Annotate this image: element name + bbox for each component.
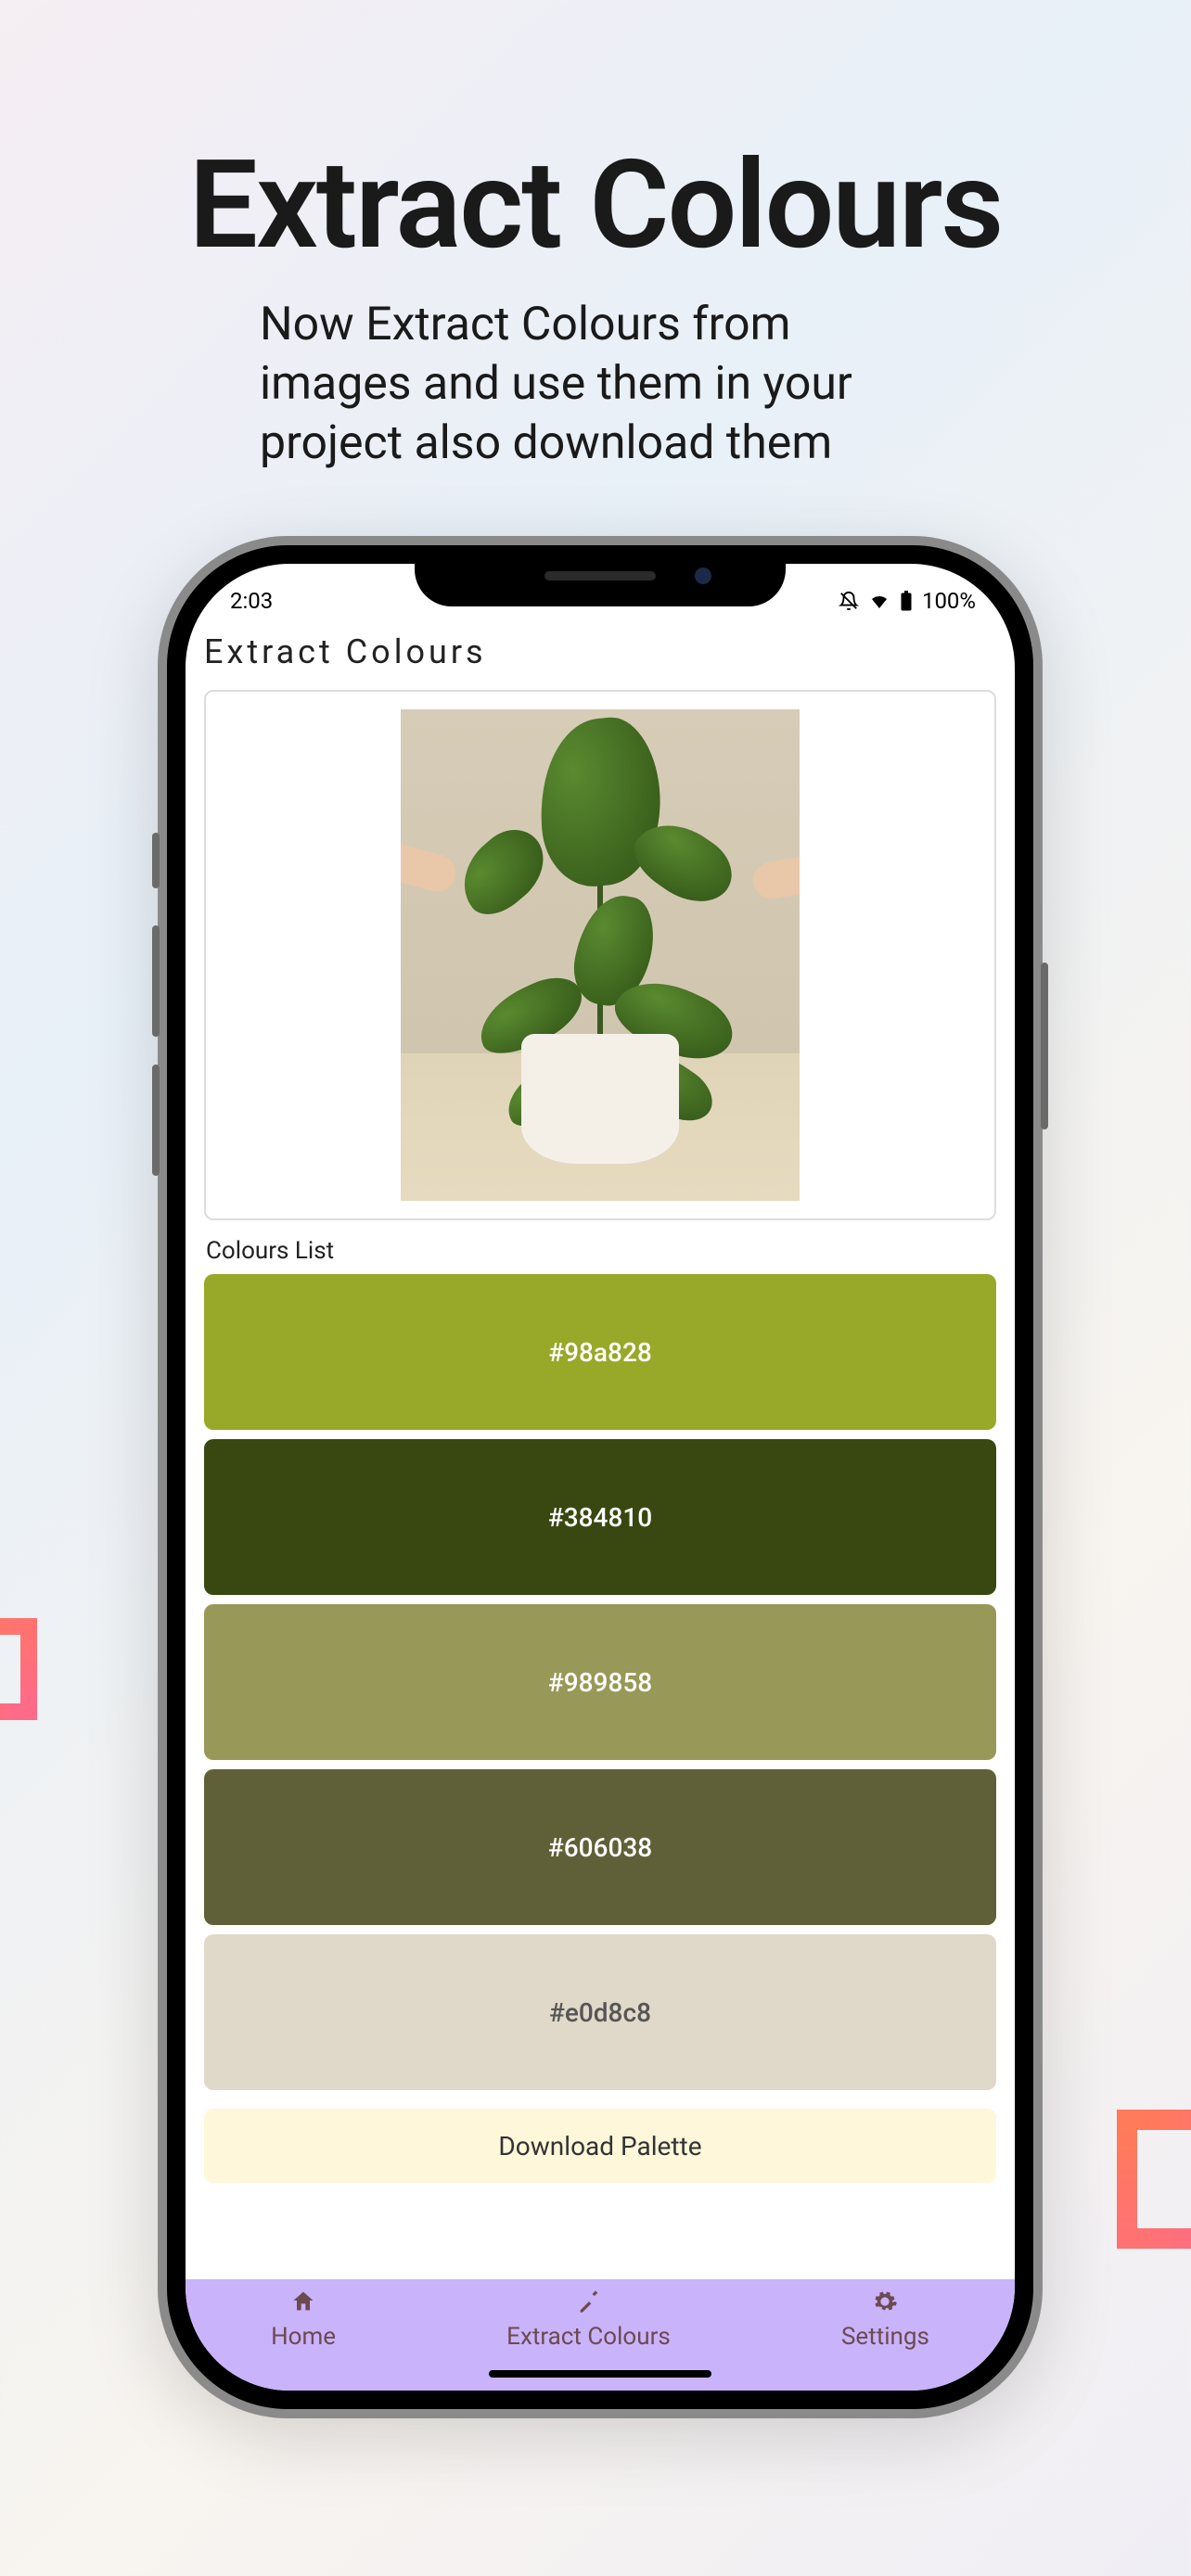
nav-label: Extract Colours bbox=[506, 2323, 671, 2351]
battery-percent: 100% bbox=[922, 588, 976, 614]
swatch-hex-label: #989858 bbox=[548, 1667, 652, 1698]
colour-swatch[interactable]: #989858 bbox=[204, 1604, 996, 1760]
nav-label: Settings bbox=[841, 2323, 929, 2351]
colour-swatch[interactable]: #e0d8c8 bbox=[204, 1934, 996, 2090]
download-palette-button[interactable]: Download Palette bbox=[204, 2109, 996, 2183]
side-button bbox=[152, 925, 160, 1037]
swatch-hex-label: #98a828 bbox=[548, 1337, 652, 1368]
home-indicator[interactable] bbox=[489, 2370, 711, 2378]
download-label: Download Palette bbox=[498, 2131, 701, 2162]
nav-home[interactable]: Home bbox=[271, 2289, 336, 2351]
colours-list-heading: Colours List bbox=[186, 1220, 1015, 1274]
promo-subtitle: Now Extract Colours from images and use … bbox=[260, 295, 946, 473]
eyedropper-icon bbox=[576, 2289, 602, 2321]
colour-swatch[interactable]: #606038 bbox=[204, 1769, 996, 1925]
gear-icon bbox=[872, 2289, 898, 2321]
status-time: 2:03 bbox=[230, 588, 273, 614]
nav-extract-colours[interactable]: Extract Colours bbox=[506, 2289, 671, 2351]
decorative-square bbox=[1117, 2110, 1191, 2249]
swatches-list: #98a828 #384810 #989858 #606038 #e0d8c8 bbox=[186, 1274, 1015, 2090]
phone-frame: 2:03 100% Extract Colours bbox=[158, 536, 1043, 2418]
colour-swatch[interactable]: #98a828 bbox=[204, 1274, 996, 1430]
bottom-nav: Home Extract Colours Settings bbox=[186, 2279, 1015, 2391]
phone-notch bbox=[415, 545, 786, 606]
side-button bbox=[152, 833, 160, 888]
promo-title: Extract Colours bbox=[0, 134, 1191, 277]
swatch-hex-label: #384810 bbox=[548, 1502, 652, 1533]
page-title: Extract Colours bbox=[186, 619, 1015, 679]
home-icon bbox=[290, 2289, 316, 2321]
nav-label: Home bbox=[271, 2323, 336, 2351]
side-button bbox=[152, 1065, 160, 1176]
decorative-square bbox=[0, 1618, 37, 1720]
nav-settings[interactable]: Settings bbox=[841, 2289, 929, 2351]
swatch-hex-label: #606038 bbox=[548, 1832, 652, 1863]
source-image bbox=[401, 709, 800, 1201]
source-image-card[interactable] bbox=[204, 690, 996, 1220]
side-button bbox=[1041, 963, 1048, 1129]
wifi-icon bbox=[868, 590, 890, 612]
screen: 2:03 100% Extract Colours bbox=[186, 564, 1015, 2391]
bell-off-icon bbox=[839, 591, 859, 611]
battery-icon bbox=[900, 591, 913, 611]
colour-swatch[interactable]: #384810 bbox=[204, 1439, 996, 1595]
swatch-hex-label: #e0d8c8 bbox=[549, 1997, 651, 2028]
